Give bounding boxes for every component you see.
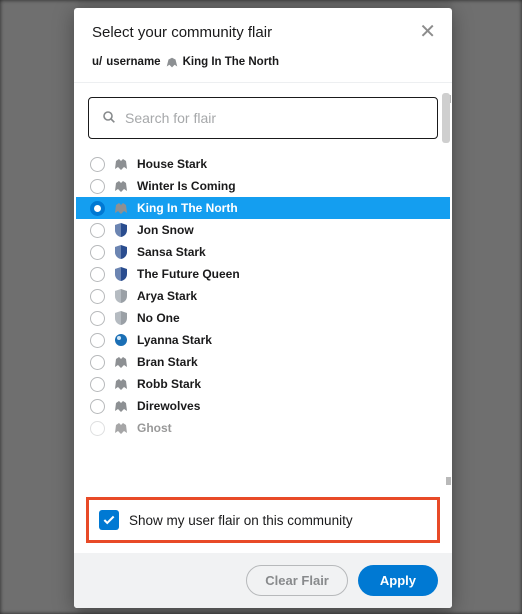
- user-flair-text: King In The North: [183, 56, 279, 68]
- flair-option[interactable]: Arya Stark: [86, 285, 440, 307]
- flair-option[interactable]: Robb Stark: [86, 373, 440, 395]
- flair-option[interactable]: Bran Stark: [86, 351, 440, 373]
- flair-scroll-area: House Stark Winter Is Coming King In The N…: [74, 83, 452, 489]
- orb-blue-icon: [113, 332, 129, 348]
- flair-list: House Stark Winter Is Coming King In The N…: [86, 153, 440, 439]
- wolf-dark-icon: [113, 420, 129, 436]
- wolf-gray-icon: [113, 200, 129, 216]
- radio-icon[interactable]: [90, 267, 105, 282]
- flair-option[interactable]: Ghost: [86, 417, 440, 439]
- flair-option[interactable]: Jon Snow: [86, 219, 440, 241]
- radio-icon[interactable]: [90, 355, 105, 370]
- show-flair-label: Show my user flair on this community: [129, 513, 353, 528]
- radio-icon[interactable]: [90, 311, 105, 326]
- flair-modal: Select your community flair ✕ u/username…: [74, 8, 452, 608]
- flair-option[interactable]: Direwolves: [86, 395, 440, 417]
- clear-flair-button[interactable]: Clear Flair: [246, 565, 348, 596]
- flair-label: Winter Is Coming: [137, 179, 236, 193]
- flair-option[interactable]: Winter Is Coming: [86, 175, 440, 197]
- radio-icon[interactable]: [90, 201, 105, 216]
- username-prefix: u/: [92, 56, 102, 68]
- radio-icon[interactable]: [90, 377, 105, 392]
- flair-label: Arya Stark: [137, 289, 197, 303]
- shield-blue-icon: [113, 222, 129, 238]
- radio-icon[interactable]: [90, 289, 105, 304]
- shield-blue-icon: [113, 244, 129, 260]
- wolf-gray-icon: [113, 354, 129, 370]
- flair-label: Jon Snow: [137, 223, 194, 237]
- flair-label: Bran Stark: [137, 355, 198, 369]
- modal-footer: Clear Flair Apply: [74, 553, 452, 608]
- wolf-gray-icon: [113, 376, 129, 392]
- wolf-icon: [165, 56, 179, 68]
- apply-button[interactable]: Apply: [358, 565, 438, 596]
- flair-label: House Stark: [137, 157, 207, 171]
- modal-title: Select your community flair: [92, 24, 272, 41]
- username-text: username: [106, 56, 160, 68]
- user-flair-preview: u/username King In The North: [74, 46, 452, 82]
- search-icon: [101, 109, 117, 128]
- flair-label: Lyanna Stark: [137, 333, 212, 347]
- flair-option[interactable]: Lyanna Stark: [86, 329, 440, 351]
- radio-icon[interactable]: [90, 223, 105, 238]
- scroll-arrow-icon[interactable]: [446, 477, 451, 485]
- flair-label: Sansa Stark: [137, 245, 206, 259]
- shield-blue-icon: [113, 266, 129, 282]
- search-input[interactable]: [125, 110, 425, 126]
- flair-label: No One: [137, 311, 180, 325]
- scrollbar-thumb[interactable]: [442, 93, 450, 143]
- wolf-gray-icon: [113, 156, 129, 172]
- flair-label: The Future Queen: [137, 267, 240, 281]
- flair-option[interactable]: No One: [86, 307, 440, 329]
- flair-label: Ghost: [137, 421, 172, 435]
- close-icon[interactable]: ✕: [419, 22, 436, 42]
- checkbox-checked-icon[interactable]: [99, 510, 119, 530]
- radio-icon[interactable]: [90, 245, 105, 260]
- flair-option[interactable]: Sansa Stark: [86, 241, 440, 263]
- shield-gray-icon: [113, 288, 129, 304]
- wolf-gray-icon: [113, 178, 129, 194]
- radio-icon[interactable]: [90, 157, 105, 172]
- flair-option[interactable]: King In The North: [76, 197, 450, 219]
- shield-gray-icon: [113, 310, 129, 326]
- flair-search[interactable]: [88, 97, 438, 139]
- flair-label: Robb Stark: [137, 377, 201, 391]
- flair-option[interactable]: House Stark: [86, 153, 440, 175]
- wolf-gray-icon: [113, 398, 129, 414]
- radio-icon[interactable]: [90, 421, 105, 436]
- flair-label: King In The North: [137, 201, 238, 215]
- radio-icon[interactable]: [90, 179, 105, 194]
- modal-header: Select your community flair ✕: [74, 8, 452, 46]
- radio-icon[interactable]: [90, 333, 105, 348]
- radio-icon[interactable]: [90, 399, 105, 414]
- flair-label: Direwolves: [137, 399, 200, 413]
- show-flair-checkbox-row[interactable]: Show my user flair on this community: [86, 497, 440, 543]
- flair-option[interactable]: The Future Queen: [86, 263, 440, 285]
